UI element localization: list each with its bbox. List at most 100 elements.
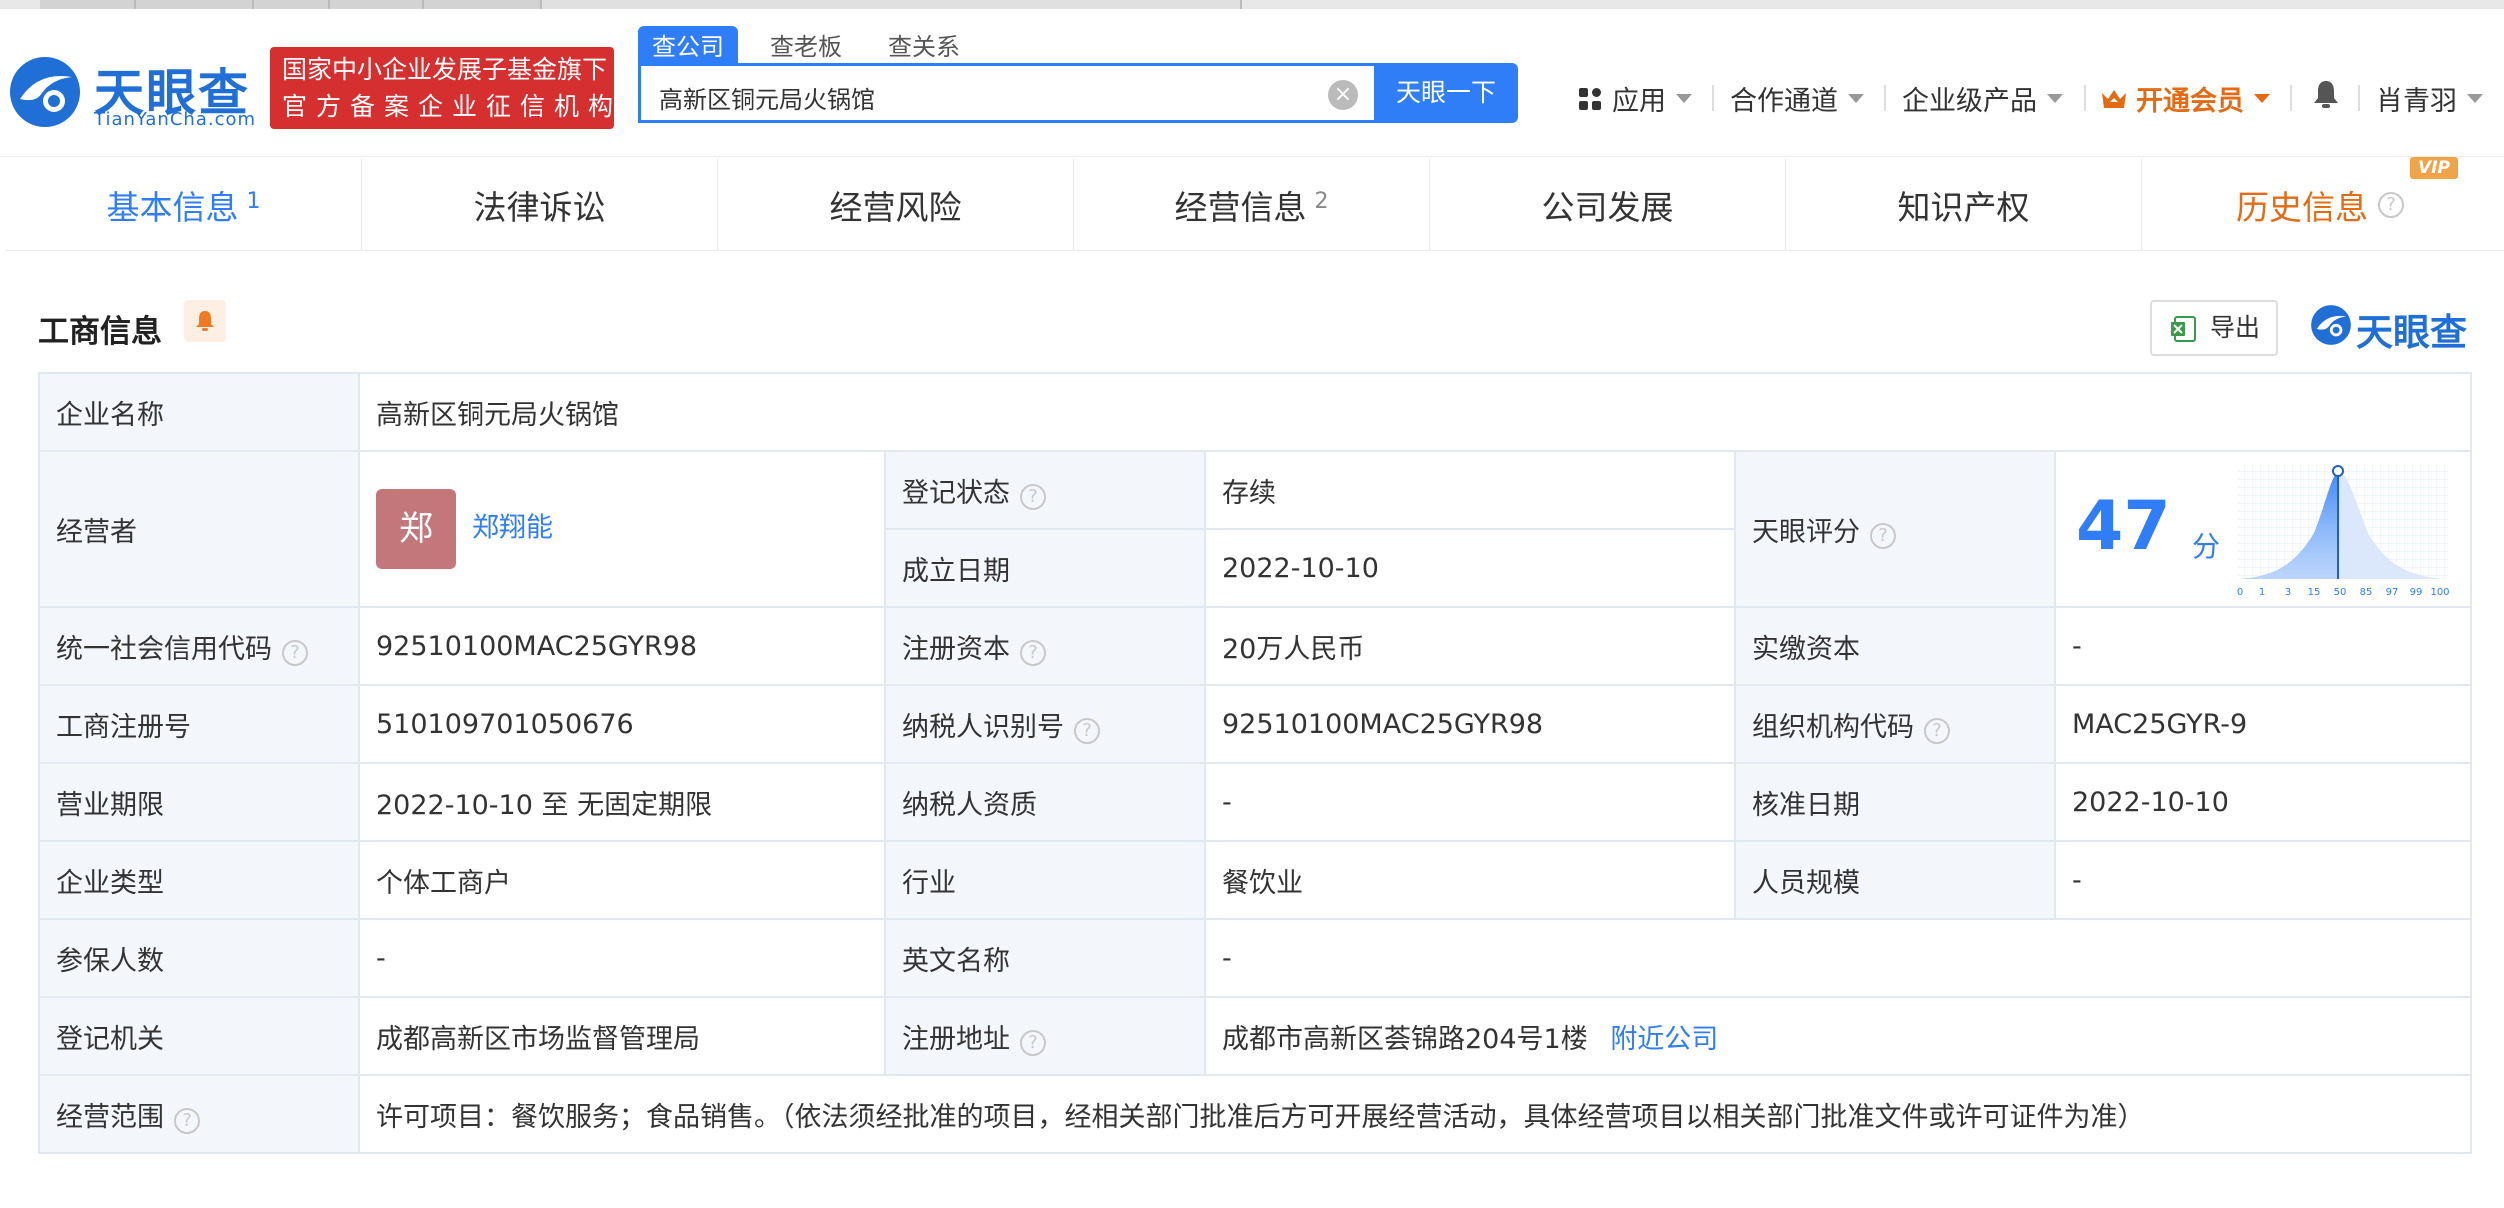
reg-status-value: 存续 (1204, 450, 1736, 530)
table-row: 经营范围? 许可项目：餐饮服务；食品销售。（依法须经批准的项目，经相关部门批准后… (38, 1074, 2473, 1154)
strip-tab[interactable] (424, 0, 542, 9)
nav-apps-label: 应用 (1612, 86, 1666, 117)
nav-divider (2290, 85, 2292, 111)
help-icon[interactable]: ? (1020, 639, 1046, 666)
search-button[interactable]: 天眼一下 (1374, 63, 1518, 123)
nav-divider (1712, 85, 1714, 111)
english-name-label: 英文名称 (884, 918, 1206, 998)
tab-count: 1 (246, 188, 261, 214)
tab-business-info[interactable]: 经营信息 2 (1074, 159, 1430, 251)
subscribe-button[interactable] (184, 300, 226, 342)
type-value: 个体工商户 (358, 840, 886, 920)
label-text: 组织机构代码 (1752, 711, 1914, 743)
tab-ip[interactable]: 知识产权 (1786, 159, 2142, 251)
badge-line2: 官方备案企业征信机构 (282, 92, 623, 121)
nav-enterprise[interactable]: 企业级产品 (1902, 79, 2063, 118)
strip-tab[interactable] (136, 0, 254, 9)
export-button[interactable]: 导出 (2150, 300, 2278, 356)
scope-value: 许可项目：餐饮服务；食品销售。（依法须经批准的项目，经相关部门批准后方可开展经营… (357, 1074, 2473, 1154)
strip-tab[interactable] (40, 0, 136, 9)
nav-divider (2084, 85, 2086, 111)
tab-history[interactable]: 历史信息 ? VIP (2142, 157, 2498, 251)
taxpayer-id-label: 纳税人识别号? (884, 684, 1206, 764)
nearby-companies-link[interactable]: 附近公司 (1610, 1024, 1718, 1055)
logo-subtext: TianYanCha.com (94, 109, 257, 130)
brand-text: 天眼查 (2356, 311, 2467, 354)
operator-cell: 郑郑翔能 (358, 450, 886, 608)
help-icon[interactable]: ? (1924, 717, 1950, 744)
detail-tabs: 基本信息 1 法律诉讼 经营风险 经营信息 2 公司发展 知识产权 历史信息 ?… (6, 157, 2504, 251)
operator-link[interactable]: 郑翔能 (472, 513, 553, 544)
strip-tab[interactable] (542, 0, 1242, 9)
tab-label: 法律诉讼 (473, 188, 606, 227)
site-header: 天眼查 TianYanCha.com 国家中小企业发展子基金旗下 官方备案企业征… (0, 9, 2504, 157)
user-name: 肖青羽 (2376, 86, 2457, 117)
staff-label: 人员规模 (1734, 840, 2056, 920)
help-icon[interactable]: ? (1020, 483, 1046, 510)
help-icon[interactable]: ? (1074, 717, 1100, 744)
score-value: 47 (2076, 487, 2171, 566)
table-row: 参保人数 - 英文名称 - (38, 918, 2473, 998)
score-cell[interactable]: 47 分 0 1 3 15 50 85 97 99 100 (2053, 450, 2473, 608)
clear-icon[interactable]: × (1328, 80, 1358, 110)
strip-tab[interactable] (254, 0, 330, 9)
help-icon[interactable]: ? (174, 1107, 200, 1134)
chart-tick-label: 100 (2430, 587, 2449, 597)
search-input[interactable]: 高新区铜元局火锅馆 × (638, 63, 1374, 123)
credential-badge[interactable]: 国家中小企业发展子基金旗下 官方备案企业征信机构 (270, 47, 614, 129)
tab-risk[interactable]: 经营风险 (718, 159, 1074, 251)
nav-enterprise-label: 企业级产品 (1902, 86, 2037, 117)
reg-capital-label: 注册资本? (884, 606, 1206, 686)
type-label: 企业类型 (38, 840, 360, 920)
industry-label: 行业 (884, 840, 1206, 920)
avatar[interactable]: 郑 (376, 489, 456, 569)
est-date-label: 成立日期 (884, 528, 1206, 608)
tianyancha-logo-icon (10, 57, 80, 127)
tab-label: 知识产权 (1897, 188, 2030, 227)
tab-label: 基本信息 (106, 188, 239, 227)
search-tab-boss[interactable]: 查老板 (756, 26, 856, 68)
brand-watermark: 天眼查 (2310, 300, 2474, 354)
insured-label: 参保人数 (38, 918, 360, 998)
org-code-value: MAC25GYR-9 (2053, 684, 2473, 764)
term-value: 2022-10-10 至 无固定期限 (358, 762, 886, 842)
english-name-value: - (1203, 918, 2473, 998)
strip-tab[interactable] (330, 0, 424, 9)
credit-code-value: 92510100MAC25GYR98 (358, 606, 886, 686)
table-row: 企业名称 高新区铜元局火锅馆 (38, 372, 2473, 452)
chart-tick-label: 99 (2410, 587, 2423, 597)
tab-label: 经营信息 (1174, 188, 1307, 227)
nav-partner[interactable]: 合作通道 (1730, 79, 1864, 118)
search-tab-company[interactable]: 查公司 (638, 26, 738, 68)
taxpayer-qual-label: 纳税人资质 (884, 762, 1206, 842)
nav-vip[interactable]: 开通会员 (2100, 79, 2270, 118)
nav-user[interactable]: 肖青羽 (2376, 79, 2483, 118)
tab-legal[interactable]: 法律诉讼 (362, 159, 718, 251)
help-icon[interactable]: ? (282, 639, 308, 666)
insured-value: - (358, 918, 886, 998)
address-cell: 成都市高新区荟锦路204号1楼 附近公司 (1203, 996, 2473, 1076)
reg-status-label: 登记状态? (884, 450, 1206, 530)
help-icon[interactable]: ? (1870, 522, 1896, 549)
site-logo[interactable]: 天眼查 TianYanCha.com (8, 49, 258, 137)
tab-development[interactable]: 公司发展 (1430, 159, 1786, 251)
chart-tick-label: 97 (2386, 587, 2399, 597)
tab-basic-info[interactable]: 基本信息 1 (6, 159, 362, 251)
bell-icon (2314, 81, 2338, 108)
search-tab-relation[interactable]: 查关系 (874, 26, 974, 68)
credit-code-label: 统一社会信用代码? (38, 606, 360, 686)
scope-label: 经营范围? (38, 1074, 360, 1154)
table-row: 企业类型 个体工商户 行业 餐饮业 人员规模 - (38, 840, 2473, 920)
chart-tick-label: 85 (2360, 587, 2373, 597)
help-icon[interactable]: ? (1020, 1029, 1046, 1056)
browser-top-strip (0, 0, 2504, 9)
table-row: 工商注册号 510109701050676 纳税人识别号? 92510100MA… (38, 684, 2473, 764)
industry-value: 餐饮业 (1204, 840, 1736, 920)
nav-vip-label: 开通会员 (2136, 86, 2244, 117)
nav-apps[interactable]: 应用 (1578, 79, 1692, 118)
search-input-value: 高新区铜元局火锅馆 (659, 86, 875, 114)
help-icon[interactable]: ? (2378, 192, 2404, 218)
authority-value: 成都高新区市场监督管理局 (358, 996, 886, 1076)
notification-bell[interactable] (2312, 79, 2340, 109)
table-row: 统一社会信用代码? 92510100MAC25GYR98 注册资本? 20万人民… (38, 606, 2473, 686)
